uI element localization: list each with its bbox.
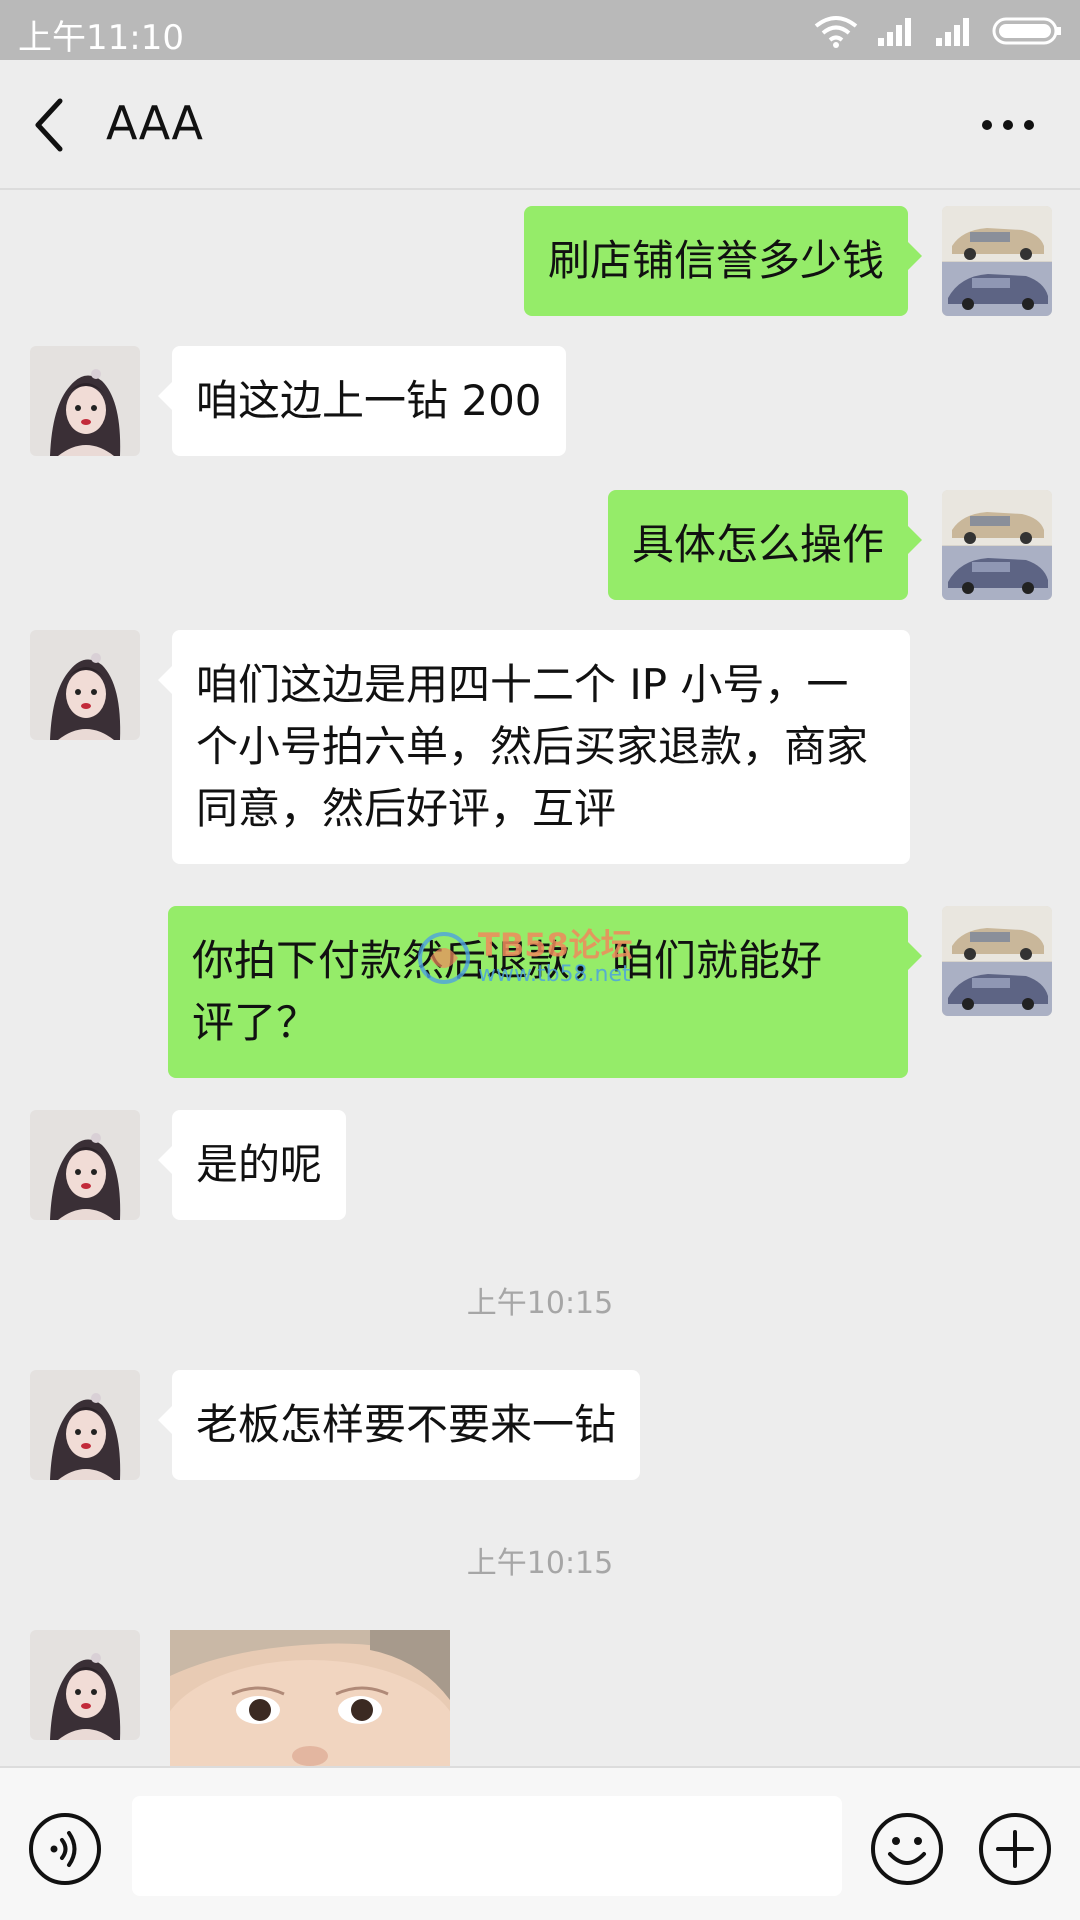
message-line: 你拍下付款然后退款，咱们就能好 — [192, 936, 823, 985]
status-bar: 上午11:10 — [0, 0, 1080, 60]
chevron-left-icon[interactable] — [30, 97, 70, 153]
message-text: 是的呢 — [196, 1140, 323, 1189]
emoji-icon[interactable] — [870, 1812, 944, 1886]
signal-icon — [936, 18, 969, 46]
my-avatar[interactable] — [942, 206, 1052, 316]
message-list[interactable]: 刷店铺信誉多少钱 咱这边上一钻 200 具体怎么操作 咱们这边是用四十二个 IP… — [0, 192, 1080, 1766]
outgoing-message[interactable]: 你拍下付款然后退款，咱们就能好 评了？ — [168, 906, 922, 1078]
message-line: 评了？ — [192, 998, 319, 1047]
contact-avatar[interactable] — [30, 630, 140, 740]
contact-avatar[interactable] — [30, 1110, 140, 1220]
more-dots-icon[interactable] — [980, 112, 1036, 138]
input-bar — [0, 1766, 1080, 1920]
message-timestamp: 上午10:15 — [466, 1546, 614, 1581]
wifi-icon — [814, 16, 858, 48]
voice-icon[interactable] — [28, 1812, 102, 1886]
contact-avatar[interactable] — [30, 346, 140, 456]
message-text: 老板怎样要不要来一钻 — [196, 1400, 617, 1449]
status-time: 上午11:10 — [18, 18, 184, 58]
baby-photo — [170, 1630, 450, 1766]
message-text: 具体怎么操作 — [631, 520, 884, 569]
message-text: 咱这边上一钻 200 — [196, 376, 542, 425]
outgoing-message[interactable]: 具体怎么操作 — [607, 490, 923, 600]
message-line: 咱们这边是用四十二个 IP 小号，一 — [196, 660, 849, 709]
chat-title: AAA — [106, 96, 203, 150]
message-timestamp: 上午10:15 — [466, 1286, 614, 1321]
image-message[interactable] — [170, 1630, 450, 1766]
status-icons — [814, 14, 1062, 48]
incoming-message[interactable]: 咱们这边是用四十二个 IP 小号，一 个小号拍六单，然后买家退款，商家 同意，然… — [158, 630, 910, 864]
battery-icon — [992, 17, 1061, 45]
incoming-message[interactable]: 老板怎样要不要来一钻 — [157, 1370, 641, 1480]
contact-avatar[interactable] — [30, 1370, 140, 1480]
incoming-message[interactable]: 咱这边上一钻 200 — [158, 346, 566, 456]
my-avatar[interactable] — [942, 490, 1052, 600]
chat-header: AAA — [0, 60, 1080, 190]
message-input[interactable] — [132, 1796, 842, 1896]
message-line: 同意，然后好评，互评 — [196, 784, 617, 833]
message-text: 刷店铺信誉多少钱 — [547, 236, 884, 285]
my-avatar[interactable] — [942, 906, 1052, 1016]
plus-icon[interactable] — [978, 1812, 1052, 1886]
contact-avatar[interactable] — [30, 1630, 140, 1740]
signal-icon — [878, 18, 911, 46]
message-line: 个小号拍六单，然后买家退款，商家 — [196, 722, 869, 771]
incoming-message[interactable]: 是的呢 — [157, 1110, 347, 1220]
outgoing-message[interactable]: 刷店铺信誉多少钱 — [523, 206, 923, 316]
